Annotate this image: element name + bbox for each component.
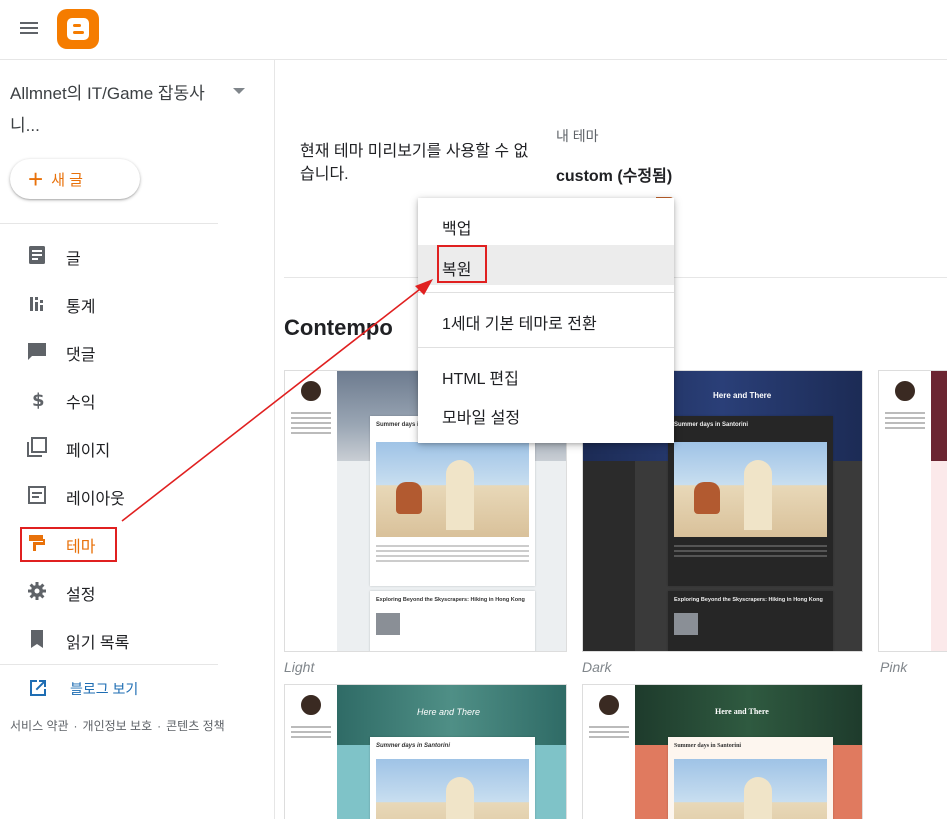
thumb-post-title: Summer days in Santorini xyxy=(674,743,742,749)
avatar xyxy=(597,693,621,717)
sidebar-item-posts[interactable]: 글 xyxy=(0,235,270,275)
menu-divider xyxy=(418,347,674,348)
view-blog-link[interactable]: 블로그 보기 xyxy=(0,668,218,708)
sidebar-item-label: 레이아웃 xyxy=(66,491,125,508)
sidebar-item-label: 댓글 xyxy=(66,347,96,364)
sidebar-item-label: 수익 xyxy=(66,395,96,412)
preview-unavailable-message: 현재 테마 미리보기를 사용할 수 없습니다. xyxy=(300,143,529,183)
pages-icon xyxy=(27,437,47,457)
sidebar-item-settings[interactable]: 설정 xyxy=(0,571,270,611)
svg-text:$: $ xyxy=(32,390,45,409)
theme-options-menu: 백업 복원 1세대 기본 테마로 전환 HTML 편집 모바일 설정 xyxy=(418,198,674,443)
content-policy-link[interactable]: 콘텐츠 정책 xyxy=(166,719,225,733)
thumb-sidebar xyxy=(285,371,337,651)
theme-label-light: Light xyxy=(284,659,315,675)
top-bar xyxy=(0,0,947,60)
thumb-post-card: Exploring Beyond the Skyscrapers: Hiking… xyxy=(668,591,833,651)
theme-section-title: Contempo xyxy=(284,315,393,340)
menu-item-label: 모바일 설정 xyxy=(442,410,521,427)
thumb-post-card: Exploring Beyond the Skyscrapers: Hiking… xyxy=(370,591,535,651)
sidebar-item-theme[interactable]: 테마 xyxy=(0,523,270,563)
avatar xyxy=(299,693,323,717)
blog-title-line2: 니... xyxy=(10,116,40,135)
view-blog-label: 블로그 보기 xyxy=(70,681,139,697)
thumb-hero-title: Here and There xyxy=(715,707,769,716)
bookmark-icon xyxy=(31,630,43,648)
sidebar-item-comments[interactable]: 댓글 xyxy=(0,331,270,371)
open-external-icon xyxy=(30,680,46,696)
blogger-logo-icon[interactable] xyxy=(57,9,99,49)
privacy-link[interactable]: 개인정보 보호 xyxy=(83,719,153,733)
thumb-sidebar xyxy=(879,371,931,651)
thumb-hero-title: Here and There xyxy=(713,391,772,400)
sidebar-item-label: 설정 xyxy=(66,587,96,604)
menu-item-label: 백업 xyxy=(442,221,472,238)
menu-item-edit-html[interactable]: HTML 편집 xyxy=(418,354,674,394)
sidebar-divider xyxy=(0,664,218,665)
menu-item-mobile-settings[interactable]: 모바일 설정 xyxy=(418,393,674,433)
theme-label-pink: Pink xyxy=(880,659,908,675)
avatar xyxy=(299,379,323,403)
new-post-label: 새 글 xyxy=(51,171,83,189)
avatar xyxy=(893,379,917,403)
thumb-sidebar xyxy=(583,685,635,819)
menu-item-backup[interactable]: 백업 xyxy=(418,204,674,244)
terms-link[interactable]: 서비스 약관 xyxy=(10,719,69,733)
new-post-button[interactable]: + 새 글 xyxy=(10,159,140,199)
menu-divider xyxy=(418,292,674,293)
thumb-post-title: Summer days in Santorini xyxy=(376,743,451,749)
menu-item-label: HTML 편집 xyxy=(442,371,519,388)
plus-icon: + xyxy=(28,164,44,194)
sidebar-item-layout[interactable]: 레이아웃 xyxy=(0,475,270,515)
menu-item-switch-classic[interactable]: 1세대 기본 테마로 전환 xyxy=(418,299,674,339)
sidebar-item-label: 읽기 목록 xyxy=(66,635,130,652)
theme-icon xyxy=(29,535,45,551)
thumb-post-card: Summer days in Santorini xyxy=(668,416,833,586)
menu-item-label: 복원 xyxy=(442,262,472,279)
footer-separator: · xyxy=(73,719,78,733)
blog-title-line1: Allmnet의 IT/Game 잡동사 xyxy=(10,84,205,103)
sidebar-item-label: 통계 xyxy=(66,299,96,316)
sidebar-item-reading-list[interactable]: 읽기 목록 xyxy=(0,619,270,659)
my-theme-label: 내 테마 xyxy=(556,128,599,144)
dollar-icon: $ xyxy=(32,390,45,409)
sidebar-item-pages[interactable]: 페이지 xyxy=(0,427,270,467)
menu-item-restore[interactable]: 복원 xyxy=(418,245,674,285)
theme-thumbnail-pink[interactable] xyxy=(878,370,947,652)
theme-thumbnail-teal[interactable]: Here and There Summer days in Santorini xyxy=(284,684,567,819)
gear-icon xyxy=(28,582,46,600)
sidebar-item-stats[interactable]: 통계 xyxy=(0,283,270,323)
sidebar-item-label: 글 xyxy=(66,251,81,268)
theme-label-dark: Dark xyxy=(582,659,612,675)
posts-icon xyxy=(29,246,45,264)
thumb-post-title: Summer days in Santorini xyxy=(674,422,749,428)
thumb-hero: Here and There xyxy=(635,685,862,745)
sidebar: Allmnet의 IT/Game 잡동사 니... + 새 글 글 통계 댓글 … xyxy=(0,60,275,819)
thumb-post-title: Exploring Beyond the Skyscrapers: Hiking… xyxy=(674,597,823,603)
sidebar-item-label: 페이지 xyxy=(66,443,111,460)
theme-thumbnail-tropical[interactable]: Here and There Summer days in Santorini xyxy=(582,684,863,819)
thumb-post-card: Summer days in Santorini xyxy=(370,737,535,819)
sidebar-divider xyxy=(0,223,218,224)
menu-item-label: 1세대 기본 테마로 전환 xyxy=(442,316,597,333)
sidebar-item-earnings[interactable]: $ 수익 xyxy=(0,379,270,419)
comments-icon xyxy=(28,343,46,360)
thumb-post-title: Exploring Beyond the Skyscrapers: Hiking… xyxy=(376,597,525,603)
thumb-post-card: Summer days in Santorini xyxy=(668,737,833,819)
hamburger-icon[interactable] xyxy=(20,19,40,35)
layout-icon xyxy=(28,486,46,504)
thumb-hero: Here and There xyxy=(337,685,566,745)
sidebar-item-label: 테마 xyxy=(66,539,96,556)
footer-separator: · xyxy=(157,719,162,733)
caret-down-icon[interactable] xyxy=(233,88,245,94)
thumb-hero-title: Here and There xyxy=(417,707,481,717)
footer-links: 서비스 약관 · 개인정보 보호 · 콘텐츠 정책 xyxy=(10,717,225,734)
stats-icon xyxy=(30,297,43,311)
thumb-sidebar xyxy=(285,685,337,819)
blog-selector[interactable]: Allmnet의 IT/Game 잡동사 니... xyxy=(10,78,210,142)
my-theme-name: custom (수정됨) xyxy=(556,168,673,185)
